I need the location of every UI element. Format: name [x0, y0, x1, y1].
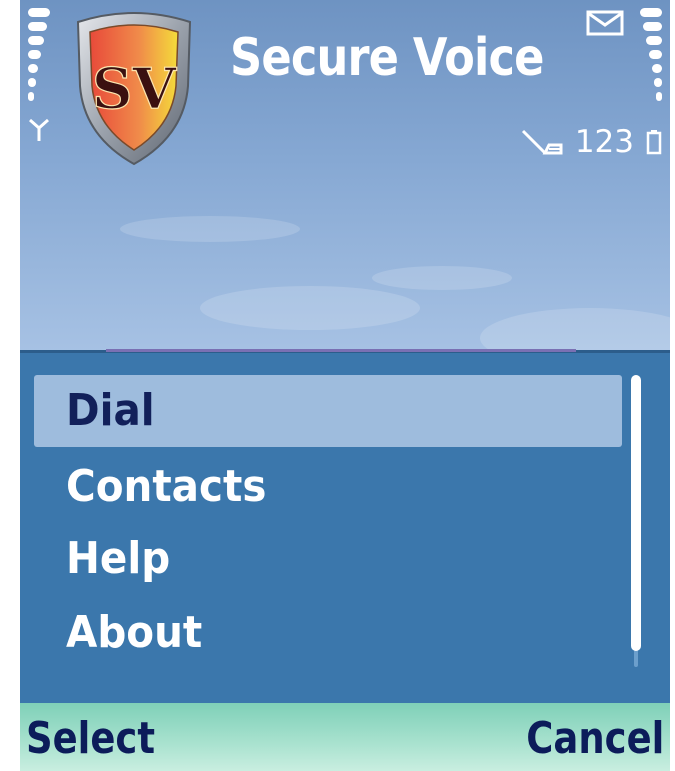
cloud	[120, 216, 300, 242]
logo-letters: SV	[92, 56, 177, 122]
menu-scrollbar[interactable]	[631, 375, 641, 667]
pen-input-icon	[521, 127, 567, 157]
options-menu: Dial Contacts Help About	[20, 349, 670, 706]
battery-icon	[646, 129, 662, 155]
cloud	[372, 266, 512, 290]
menu-item-label: Contacts	[66, 461, 267, 512]
cancel-softkey[interactable]: Cancel	[526, 713, 664, 764]
signal-strength-bars	[22, 8, 50, 106]
phone-screen: SV Secure Voice 123 Dial Contacts Help A…	[20, 0, 670, 771]
cloud	[200, 286, 420, 330]
mail-icon	[586, 10, 624, 40]
menu-item-about[interactable]: About	[34, 597, 622, 669]
menu-item-dial[interactable]: Dial	[34, 375, 622, 447]
input-mode-indicator: 123	[574, 124, 634, 160]
scrollbar-thumb[interactable]	[631, 375, 641, 651]
status-indicators: 123	[521, 124, 662, 160]
title-pane: SV Secure Voice 123	[20, 0, 670, 368]
menu-item-help[interactable]: Help	[34, 523, 622, 595]
battery-level-bars	[640, 8, 668, 106]
menu-item-label: Dial	[66, 385, 155, 436]
menu-item-label: Help	[66, 533, 171, 584]
menu-item-label: About	[66, 607, 203, 658]
app-logo: SV	[68, 8, 200, 168]
menu-item-contacts[interactable]: Contacts	[34, 451, 622, 523]
antenna-icon	[28, 118, 50, 146]
app-title: Secure Voice	[230, 28, 544, 88]
softkey-bar: Select Cancel	[20, 703, 670, 771]
select-softkey[interactable]: Select	[26, 713, 155, 764]
